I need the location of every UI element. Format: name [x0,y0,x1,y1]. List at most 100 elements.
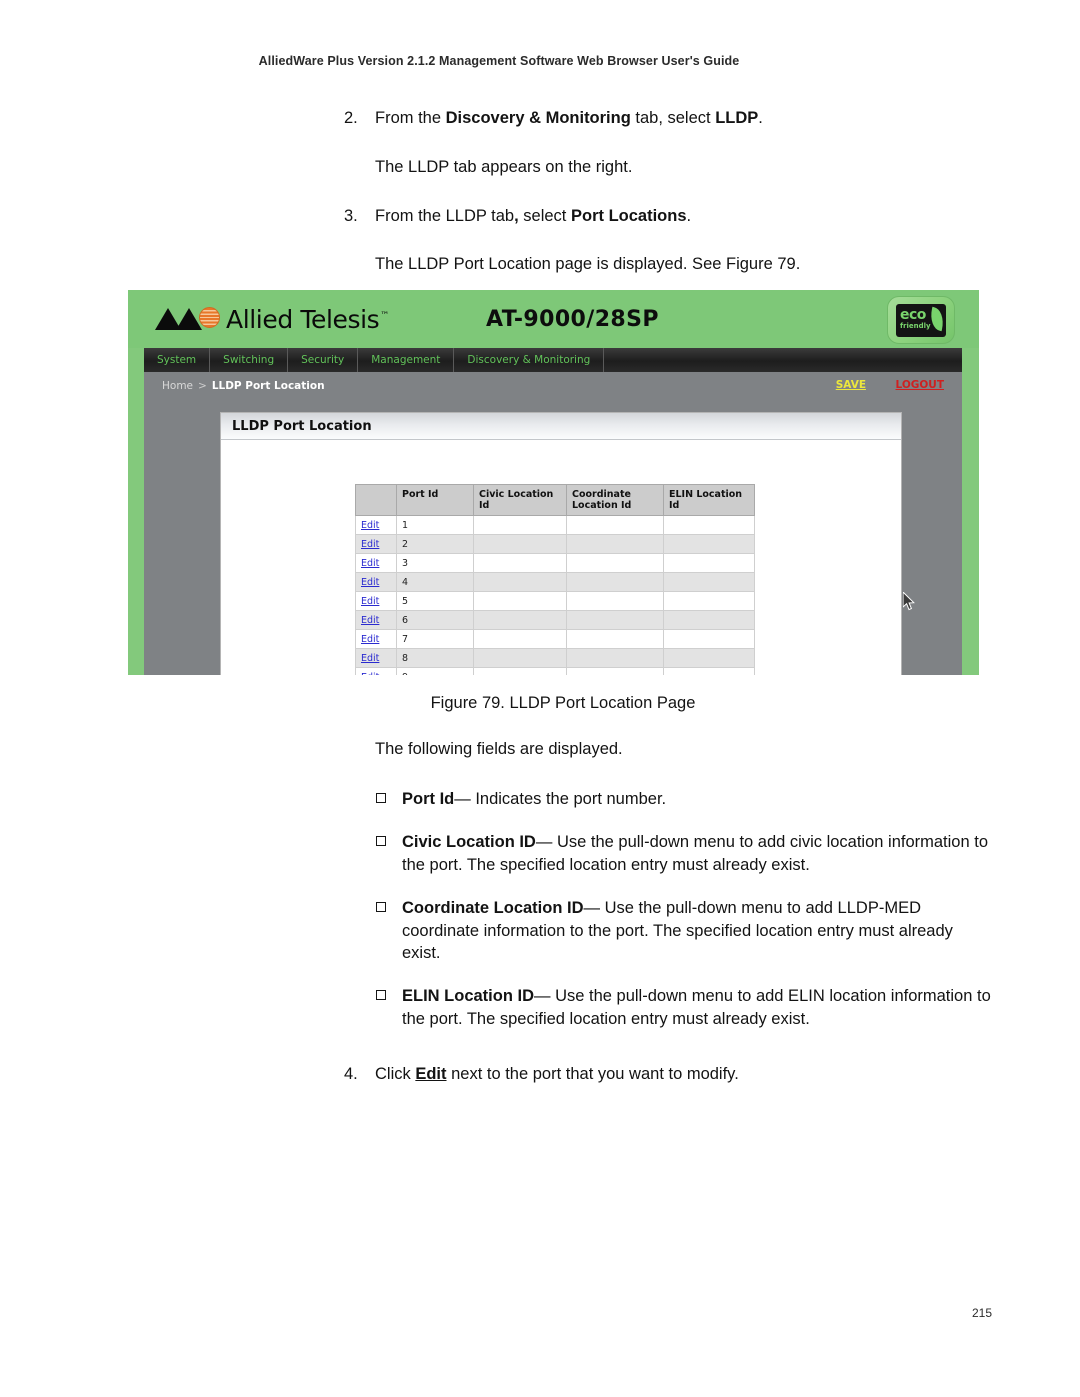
eco-label-bottom: friendly [900,322,931,330]
step-2-part-a: From the [375,109,446,127]
step-3-text: From the LLDP tab, select Port Locations… [375,206,994,228]
nav-tab-discovery-monitoring[interactable]: Discovery & Monitoring [454,348,605,372]
edit-link[interactable]: Edit [361,596,379,607]
row-2-elin [663,534,755,555]
field-descriptions-section: The following fields are displayed. Port… [0,739,1080,1086]
field-term: Port Id [402,789,455,808]
mouse-cursor-icon [902,590,917,612]
nav-tab-management[interactable]: Management [358,348,455,372]
row-1-elin [663,515,755,536]
logout-button[interactable]: LOGOUT [896,379,944,391]
switch-web-ui: Allied Telesis™ AT-9000/28SP eco friendl… [128,290,979,675]
row-9-civic [473,667,567,675]
row-2-coordinate [566,534,664,555]
right-green-border [962,348,979,675]
row-3-edit-cell[interactable]: Edit [355,553,397,574]
row-7-edit-cell[interactable]: Edit [355,629,397,650]
save-button[interactable]: SAVE [836,379,866,391]
table-row: Edit 4 [355,572,755,593]
table-row: Edit 1 [355,515,755,536]
step-2-text: From the Discovery & Monitoring tab, sel… [375,108,994,130]
row-4-edit-cell[interactable]: Edit [355,572,397,593]
row-8-elin [663,648,755,669]
table-header-row: Port Id Civic Location Id Coordinate Loc… [355,483,755,517]
field-elin-location-id: ELIN Location ID— Use the pull-down menu… [402,985,994,1030]
field-term: Coordinate Location ID [402,899,584,918]
row-5-civic [473,591,567,612]
edit-link[interactable]: Edit [361,539,379,550]
table-row: Edit 3 [355,553,755,574]
edit-link[interactable]: Edit [361,672,379,675]
row-9-edit-cell[interactable]: Edit [355,667,397,675]
row-3-port-id: 3 [396,553,474,574]
edit-link[interactable]: Edit [361,520,379,531]
trademark-symbol: ™ [380,311,389,322]
eco-label-top: eco [900,307,926,323]
row-8-edit-cell[interactable]: Edit [355,648,397,669]
nav-tab-security[interactable]: Security [288,348,359,372]
row-4-port-id: 4 [396,572,474,593]
breadcrumb-home[interactable]: Home [162,380,193,392]
row-9-elin [663,667,755,675]
row-7-civic [473,629,567,650]
row-2-edit-cell[interactable]: Edit [355,534,397,555]
row-5-edit-cell[interactable]: Edit [355,591,397,612]
col-header-elin-location-id: ELIN Location Id [663,483,755,517]
step-3-part-a: From the LLDP tab [375,206,515,225]
row-6-elin [663,610,755,631]
eco-friendly-badge: eco friendly [887,296,955,344]
step-3: 3. From the LLDP tab, select Port Locati… [344,206,994,228]
row-1-civic [473,515,567,536]
row-8-coordinate [566,648,664,669]
list-item: Port Id— Indicates the port number. [376,788,994,810]
field-dash: — [454,789,471,808]
row-3-elin [663,553,755,574]
table-row: Edit 8 [355,648,755,669]
port-location-table: Port Id Civic Location Id Coordinate Loc… [355,483,755,675]
row-3-coordinate [566,553,664,574]
field-dash: — [583,899,601,918]
list-item: ELIN Location ID— Use the pull-down menu… [376,985,994,1030]
nav-tab-switching[interactable]: Switching [210,348,289,372]
row-1-edit-cell[interactable]: Edit [355,515,397,536]
running-header: AlliedWare Plus Version 2.1.2 Management… [0,52,1080,70]
running-header-text: AlliedWare Plus Version 2.1.2 Management… [258,54,740,68]
row-6-coordinate [566,610,664,631]
page-number: 215 [971,1306,992,1320]
field-port-id: Port Id— Indicates the port number. [402,788,994,810]
row-9-port-id: 9 [396,667,474,675]
step-4-number: 4. [344,1065,358,1084]
row-1-coordinate [566,515,664,536]
step-3-number: 3. [344,206,358,225]
row-4-elin [663,572,755,593]
edit-link[interactable]: Edit [361,634,379,645]
step-3-part-c: select [518,206,571,225]
row-8-port-id: 8 [396,648,474,669]
field-coordinate-location-id: Coordinate Location ID— Use the pull-dow… [402,897,994,964]
nav-tab-system[interactable]: System [144,348,211,372]
panel-body: Port Id Civic Location Id Coordinate Loc… [221,440,901,675]
row-7-elin [663,629,755,650]
field-dash: — [534,987,551,1006]
edit-link[interactable]: Edit [361,577,379,588]
step-4-edit-emphasis: Edit [415,1065,447,1084]
bullet-square-icon [376,897,402,964]
edit-link[interactable]: Edit [361,615,379,626]
brand-name: Allied Telesis™ [226,305,389,334]
step-4-part-c: next to the port that you want to modify… [446,1065,739,1084]
edit-link[interactable]: Edit [361,653,379,664]
col-header-action [355,483,397,517]
row-2-civic [473,534,567,555]
table-body: Edit 1 Edit 2 Edit 3 Edit 4 Edit 5 Edit … [355,515,755,675]
row-6-edit-cell[interactable]: Edit [355,610,397,631]
table-row: Edit 5 [355,591,755,612]
fields-list: Port Id— Indicates the port number. Civi… [0,788,1080,1031]
table-head: Port Id Civic Location Id Coordinate Loc… [355,483,755,517]
breadcrumb-bar: Home > LLDP Port Location SAVE LOGOUT [144,372,962,402]
col-header-civic-location-id: Civic Location Id [473,483,567,517]
row-4-coordinate [566,572,664,593]
edit-link[interactable]: Edit [361,558,379,569]
table-row: Edit 2 [355,534,755,555]
bullet-square-icon [376,985,402,1030]
row-6-civic [473,610,567,631]
